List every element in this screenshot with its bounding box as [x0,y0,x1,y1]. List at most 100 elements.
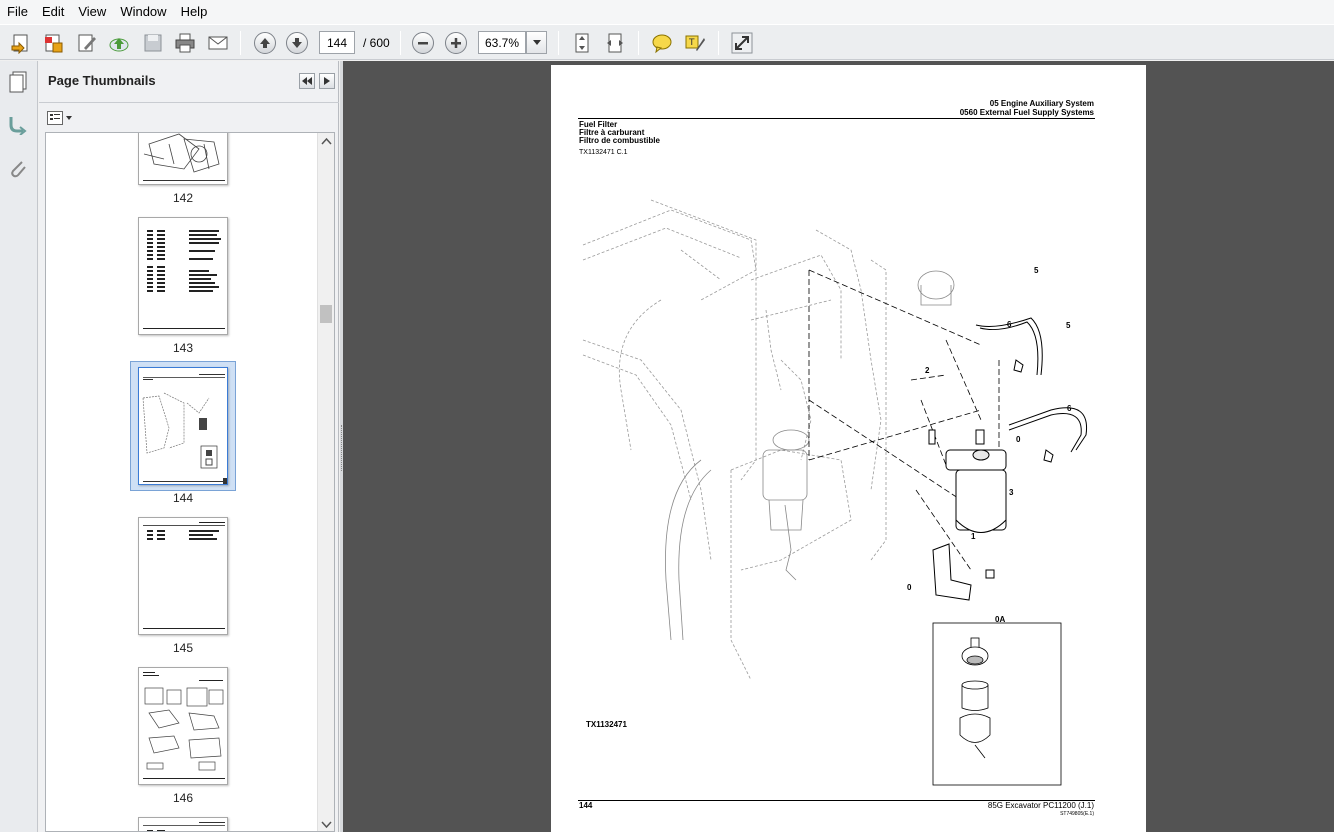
edit-icon [78,34,96,52]
menu-bar: File Edit View Window Help [0,0,1334,24]
scroll-down-icon[interactable] [318,816,335,832]
callout-0b: 0 [907,583,912,592]
callout-3: 3 [1009,488,1014,497]
thumbnail-image [142,374,227,484]
fit-width-button[interactable] [602,30,628,56]
callout-1: 1 [971,532,976,541]
upload-icon [109,38,129,52]
thumbnail-label: 143 [172,341,194,355]
header-rule [578,118,1095,119]
email-button[interactable] [205,30,231,56]
callout-0A: 0A [995,615,1006,624]
thumbnail-label: 146 [172,791,194,805]
thumbnail-142[interactable] [138,133,228,185]
svg-text:T: T [688,38,695,48]
thumbnail-image [143,133,225,181]
highlight-button[interactable]: T [682,30,708,56]
bookmarks-tab[interactable] [5,111,31,137]
page-thumbnails-tab[interactable] [5,69,31,95]
callout-5a: 5 [1034,266,1039,275]
previous-page-button[interactable] [252,30,278,56]
toolbar: 144 / 600 63.7% T [0,24,1334,60]
callout-5b: 5 [1066,321,1071,330]
thumbnail-panel: Page Thumbnails 142 143 144 145 146 [39,61,339,832]
previous-page-icon [254,32,276,54]
thumbnail-image [143,522,225,629]
thumbnail-image [143,672,225,779]
zoom-dropdown-button[interactable] [526,31,547,54]
menu-edit[interactable]: Edit [35,0,71,24]
callout-6a: 6 [1007,320,1012,329]
thumbnail-147[interactable] [138,817,228,831]
thumbnail-label: 144 [172,491,194,505]
highlight-icon: T [685,35,705,51]
header-subsection: 0560 External Fuel Supply Systems [959,108,1094,117]
chevron-down-icon [66,115,72,120]
save-icon [144,34,162,52]
email-icon [208,36,228,50]
thumbnail-scrollbar[interactable] [317,133,335,832]
figure-code: TX1132471 [586,720,627,729]
panel-title: Page Thumbnails [48,73,156,88]
expand-button[interactable] [729,30,755,56]
thumbnail-143[interactable] [138,217,228,335]
print-icon [175,33,195,53]
callout-2: 2 [925,366,930,375]
title-spanish: Filtro de combustible [579,136,660,145]
document-viewer[interactable]: 05 Engine Auxiliary System 0560 External… [343,61,1334,832]
create-pdf-icon [11,34,28,54]
edit-button[interactable] [74,30,100,56]
comment-icon [652,34,672,54]
menu-window[interactable]: Window [113,0,173,24]
menu-view[interactable]: View [71,0,113,24]
paperclip-icon [11,161,26,178]
save-button[interactable] [140,30,166,56]
footer-doc-code: ST749805(E.1) [1060,811,1094,817]
scrollbar-thumb[interactable] [320,305,332,323]
thumbnail-label: 142 [172,191,194,205]
zoom-out-icon [412,32,434,54]
footer-page-number: 144 [579,801,593,810]
thumbnail-label: 145 [172,641,194,655]
thumbnail-options-button[interactable] [47,109,75,127]
zoom-out-button[interactable] [410,30,436,56]
menu-file[interactable]: File [0,0,35,24]
attachments-tab[interactable] [5,155,31,181]
zoom-in-button[interactable] [443,30,469,56]
thumbnail-145[interactable] [138,517,228,635]
convert-icon [45,34,63,53]
options-menu-icon [47,111,63,125]
menu-help[interactable]: Help [174,0,215,24]
page-number-input[interactable]: 144 [319,31,355,54]
convert-button[interactable] [40,30,66,56]
thumbnail-image [143,230,225,329]
thumbnail-144[interactable] [138,367,228,485]
scroll-up-icon[interactable] [318,133,335,150]
thumbnail-list[interactable]: 142 143 144 145 146 [45,132,335,832]
next-page-icon [286,32,308,54]
comment-button[interactable] [649,30,675,56]
callout-0a: 0 [1016,435,1021,444]
expand-icon [731,32,753,54]
chevron-right-icon [324,77,330,85]
chevron-down-icon [532,40,541,45]
collapse-panel-button[interactable] [299,73,315,89]
next-page-button[interactable] [284,30,310,56]
navigation-rail [0,61,38,832]
header-section: 05 Engine Auxiliary System [989,99,1094,108]
reference-code: TX1132471 C.1 [579,149,628,156]
fit-page-button[interactable] [569,30,595,56]
pages-icon [9,71,27,93]
page-total-label: / 600 [363,36,390,50]
zoom-in-icon [445,32,467,54]
zoom-input[interactable]: 63.7% [478,31,526,54]
thumbnail-146[interactable] [138,667,228,785]
create-pdf-button[interactable] [8,30,34,56]
fit-page-icon [575,33,589,53]
upload-button[interactable] [106,30,132,56]
fuel-filter-diagram [582,199,1088,786]
print-button[interactable] [172,30,198,56]
expand-panel-button[interactable] [319,73,335,89]
callout-6b: 6 [1067,404,1072,413]
double-chevron-left-icon [302,77,312,85]
